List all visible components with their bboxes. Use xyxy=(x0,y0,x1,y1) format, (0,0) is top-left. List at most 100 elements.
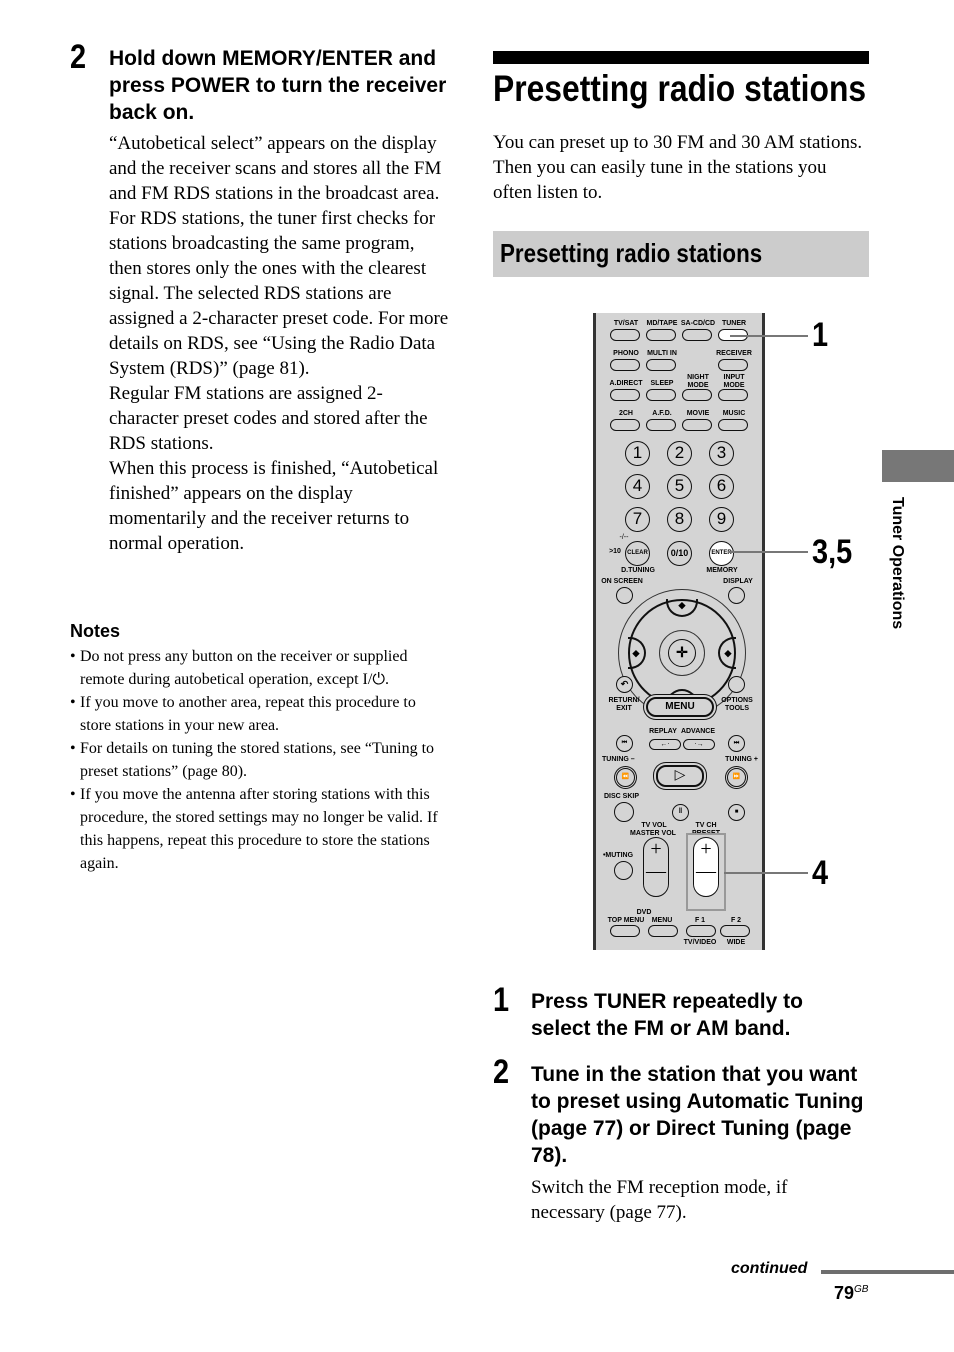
continued-rule xyxy=(821,1270,954,1274)
2ch-button[interactable] xyxy=(610,419,640,431)
receiver-button[interactable] xyxy=(718,359,748,371)
tuning-plus-label: TUNING + xyxy=(725,756,758,763)
music-button[interactable] xyxy=(718,419,748,431)
sleep-button[interactable] xyxy=(646,389,676,401)
section-tab-label: Tuner Operations xyxy=(889,497,906,630)
button-label: A.DIRECT xyxy=(609,380,643,387)
movie-button[interactable] xyxy=(682,419,712,431)
pause-button[interactable]: ‖ xyxy=(672,804,689,821)
button-label: NIGHT MODE xyxy=(687,374,709,389)
night-mode-button[interactable] xyxy=(682,389,712,401)
dvd-menu-label: MENU xyxy=(651,917,673,924)
return-exit-label: RETURN/ EXIT xyxy=(608,697,640,712)
tuning-minus-button[interactable]: ⏪ xyxy=(616,768,635,787)
number-button-8[interactable]: 8 xyxy=(667,507,692,532)
dpad-right-button[interactable]: ◆ xyxy=(718,637,736,669)
title-rule xyxy=(493,51,869,64)
button-label: 2CH xyxy=(618,410,633,417)
dvd-label: DVD xyxy=(636,909,652,916)
step-heading: Tune in the station that you want to pre… xyxy=(531,1063,864,1167)
intro-text: You can preset up to 30 FM and 30 AM sta… xyxy=(493,132,863,203)
step-heading: Press TUNER repeatedly to select the FM … xyxy=(531,990,803,1040)
md-tape-button[interactable] xyxy=(646,329,676,341)
tuning-minus-label: TUNING – xyxy=(602,756,635,763)
subsection-title: Presetting radio stations xyxy=(500,238,763,268)
clear-button[interactable]: CLEAR xyxy=(625,541,650,566)
button-label: MULTI IN xyxy=(647,350,677,357)
step-heading: Hold down MEMORY/ENTER and press POWER t… xyxy=(109,47,447,124)
button-label: TUNER xyxy=(721,320,747,327)
return-button[interactable]: ↶ xyxy=(616,676,633,693)
note-item: If you move the antenna after storing st… xyxy=(70,783,448,875)
button-label: INPUT MODE xyxy=(723,374,745,389)
display-button[interactable] xyxy=(728,587,745,604)
paragraph: Regular FM stations are assigned 2-chara… xyxy=(109,383,428,454)
stop-button[interactable]: ■ xyxy=(728,804,745,821)
dpad-left-button[interactable]: ◆ xyxy=(628,637,646,669)
multi-in-button[interactable] xyxy=(646,359,676,371)
disc-skip-label: DISC SKIP xyxy=(604,793,640,800)
page-number-value: 79 xyxy=(834,1283,855,1303)
step-number: 2 xyxy=(493,1053,510,1091)
number-button-9[interactable]: 9 xyxy=(709,507,734,532)
input-mode-button[interactable] xyxy=(718,389,748,401)
master-vol-rocker[interactable]: + — xyxy=(643,837,669,897)
display-label: DISPLAY xyxy=(723,578,753,585)
muting-button[interactable] xyxy=(614,861,633,880)
f1-label: F 1 xyxy=(694,917,706,924)
options-tools-label: OPTIONS TOOLS xyxy=(721,697,753,712)
dpad-enter-button[interactable]: ✛ xyxy=(668,639,696,667)
zero-ten-button[interactable]: 0/10 xyxy=(667,541,692,566)
a-direct-button[interactable] xyxy=(610,389,640,401)
dpad-up-button[interactable]: ◆ xyxy=(666,599,698,617)
paragraph: When this process is finished, “Autobeti… xyxy=(109,458,439,554)
note-item: For details on tuning the stored station… xyxy=(70,737,448,783)
step-number: 2 xyxy=(70,38,87,76)
memory-label: MEMORY xyxy=(706,567,738,574)
number-button-1[interactable]: 1 xyxy=(625,441,650,466)
top-menu-label: TOP MENU xyxy=(607,917,645,924)
callout-label: 4 xyxy=(812,854,829,892)
f1-button[interactable] xyxy=(686,925,716,937)
advance-button[interactable]: ·→ xyxy=(683,739,715,750)
play-button[interactable]: ▷ xyxy=(656,765,704,787)
number-button-2[interactable]: 2 xyxy=(667,441,692,466)
options-button[interactable] xyxy=(728,676,745,693)
replay-label: REPLAY xyxy=(649,728,677,735)
phono-button[interactable] xyxy=(610,359,640,371)
step-body: “Autobetical select” appears on the disp… xyxy=(109,131,449,556)
preset-rocker[interactable]: + — xyxy=(693,837,719,897)
wide-label: WIDE xyxy=(726,939,746,946)
prev-track-button[interactable]: ⏮ xyxy=(616,735,633,752)
gt10-label: >10 xyxy=(609,548,621,555)
enter-button[interactable]: ENTER xyxy=(709,541,734,566)
menu-button[interactable]: MENU xyxy=(646,697,714,717)
next-track-button[interactable]: ⏭ xyxy=(728,735,745,752)
top-menu-button[interactable] xyxy=(610,925,640,937)
sacd-cd-button[interactable] xyxy=(682,329,712,341)
on-screen-label: ON SCREEN xyxy=(601,578,643,585)
page-number-suffix: GB xyxy=(854,1284,869,1295)
dpad[interactable]: ◆ ◆ ◆ ◆ ✛ xyxy=(628,599,736,707)
tv-sat-button[interactable] xyxy=(610,329,640,341)
number-button-7[interactable]: 7 xyxy=(625,507,650,532)
dvd-menu-button[interactable] xyxy=(648,925,678,937)
section-tab-marker xyxy=(882,450,954,482)
button-label: MUSIC xyxy=(722,410,746,417)
replay-button[interactable]: ←· xyxy=(649,739,681,750)
dash-label: -/-- xyxy=(619,534,629,541)
button-label: MOVIE xyxy=(686,410,710,417)
button-label: TV/SAT xyxy=(613,320,639,327)
number-button-5[interactable]: 5 xyxy=(667,474,692,499)
number-button-4[interactable]: 4 xyxy=(625,474,650,499)
afd-button[interactable] xyxy=(646,419,676,431)
tuning-plus-button[interactable]: ⏩ xyxy=(727,768,746,787)
on-screen-button[interactable] xyxy=(616,587,633,604)
notes-title: Notes xyxy=(70,621,121,641)
number-button-6[interactable]: 6 xyxy=(709,474,734,499)
disc-skip-button[interactable] xyxy=(614,802,634,822)
tv-ch-label: TV CH xyxy=(695,822,717,829)
f2-button[interactable] xyxy=(720,925,750,937)
number-button-3[interactable]: 3 xyxy=(709,441,734,466)
callout-line xyxy=(730,335,808,337)
